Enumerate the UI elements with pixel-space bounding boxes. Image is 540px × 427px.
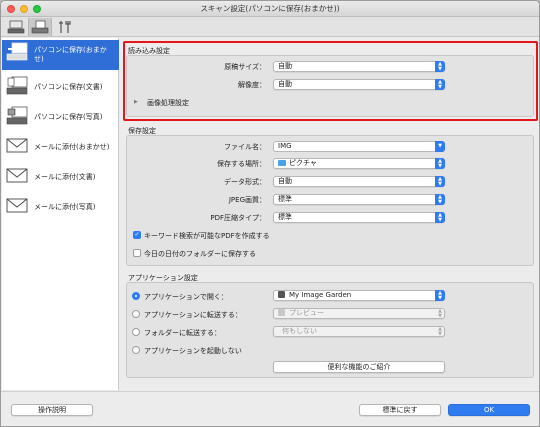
updown-arrow-icon: ▲ ▼ [438,325,442,337]
general-settings-tab[interactable] [54,18,76,36]
send-to-app-label[interactable]: アプリケーションに転送する： [144,310,242,320]
no-launch-label[interactable]: アプリケーションを起動しない [144,346,242,356]
pc-photo-icon [6,106,28,125]
send-to-folder-select[interactable]: 何もしない ▲ ▼ [273,326,445,337]
updown-arrow-icon: ▲ ▼ [435,290,445,301]
updown-arrow-icon: ▲ ▼ [435,176,445,187]
open-with-app-label[interactable]: アプリケーションで開く： [144,292,228,302]
no-launch-radio[interactable] [132,346,140,354]
mail-photo-icon [6,198,28,213]
date-folder-checkbox[interactable] [133,249,141,257]
footer-bar: 操作説明 標準に戻す OK [1,391,539,426]
jpeg-quality-select[interactable]: 標準 ▲ ▼ [273,194,445,205]
toolbar [1,17,539,37]
sidebar-item-mail-document[interactable]: メールに添付(文書) [2,164,119,190]
close-window-button[interactable] [7,5,15,13]
computer-scanner-icon [7,20,25,34]
sidebar-item-label: メールに添付(写真) [34,202,96,211]
pc-document-icon [6,76,28,95]
title-bar: スキャン設定(パソコンに保存(おまかせ)) [1,1,539,17]
pdf-compression-label: PDF圧縮タイプ： [210,214,266,222]
sidebar: パソコンに保存(おまかせ) パソコンに保存(文書) パソコンに保存(写真) メー… [2,38,119,390]
file-name-value: IMG [278,142,292,150]
date-folder-label[interactable]: 今日の日付のフォルダーに保存する [144,249,256,259]
jpeg-quality-value: 標準 [278,195,292,203]
pc-save-icon [6,42,28,61]
sidebar-item-label: メールに添付(おまかせ) [34,142,110,151]
sidebar-item-label: パソコンに保存(おまかせ) [34,46,107,63]
save-location-value: ピクチャ [289,159,317,167]
send-to-folder-value: 何もしない [282,327,317,335]
jpeg-quality-label: JPEG画質： [228,196,266,204]
send-to-app-radio[interactable] [132,310,140,318]
data-format-select[interactable]: 自動 ▲ ▼ [273,176,445,187]
preview-app-icon [278,309,285,316]
ok-button[interactable]: OK [448,404,530,416]
open-with-app-radio[interactable] [132,292,140,300]
keyword-pdf-checkbox[interactable]: ✓ [133,231,141,239]
scan-from-panel-tab[interactable] [28,18,52,36]
sidebar-item-save-to-pc-auto[interactable]: パソコンに保存(おまかせ) [2,40,119,70]
dropdown-arrow-icon[interactable]: ▼ [435,141,445,152]
updown-arrow-icon: ▲ ▼ [435,212,445,223]
window-title: スキャン設定(パソコンに保存(おまかせ)) [200,4,340,13]
useful-features-button[interactable]: 便利な機能のご紹介 [273,361,445,373]
highlight-frame [123,41,538,121]
folder-icon [278,160,286,166]
app-icon [278,291,285,298]
sidebar-item-label: パソコンに保存(文書) [34,82,103,91]
updown-arrow-icon: ▲ ▼ [435,158,445,169]
sidebar-item-mail-photo[interactable]: メールに添付(写真) [2,194,119,220]
scan-from-computer-tab[interactable] [5,18,27,36]
tools-icon [59,21,71,33]
pdf-compression-value: 標準 [278,213,292,221]
updown-arrow-icon: ▲ ▼ [438,307,442,319]
sidebar-item-label: パソコンに保存(写真) [34,112,103,121]
save-location-select[interactable]: ピクチャ ▲ ▼ [273,158,445,169]
instructions-button[interactable]: 操作説明 [11,404,93,416]
send-to-app-select[interactable]: プレビュー ▲ ▼ [273,308,445,319]
save-location-label: 保存する場所： [217,160,266,168]
keyword-pdf-label[interactable]: キーワード検索が可能なPDFを作成する [144,231,270,241]
scan-settings-window: スキャン設定(パソコンに保存(おまかせ)) パソコンに保存(おまかせ) パソコン… [0,0,540,427]
data-format-label: データ形式： [224,178,266,186]
send-to-app-value: プレビュー [289,309,324,317]
updown-arrow-icon: ▲ ▼ [435,194,445,205]
zoom-window-button[interactable] [33,5,41,13]
sidebar-item-save-to-pc-photo[interactable]: パソコンに保存(写真) [2,104,119,130]
sidebar-item-label: メールに添付(文書) [34,172,96,181]
scanner-panel-icon [31,20,49,34]
send-to-folder-label[interactable]: フォルダーに転送する： [144,328,221,338]
data-format-value: 自動 [278,177,292,185]
mail-document-icon [6,168,28,183]
open-with-app-value: My Image Garden [289,291,352,299]
send-to-folder-radio[interactable] [132,328,140,336]
pdf-compression-select[interactable]: 標準 ▲ ▼ [273,212,445,223]
sidebar-item-mail-auto[interactable]: メールに添付(おまかせ) [2,134,119,160]
file-name-label: ファイル名： [224,143,266,151]
restore-defaults-button[interactable]: 標準に戻す [359,404,441,416]
mail-icon [6,138,28,153]
open-with-app-select[interactable]: My Image Garden ▲ ▼ [273,290,445,301]
sidebar-item-save-to-pc-document[interactable]: パソコンに保存(文書) [2,74,119,100]
minimize-window-button[interactable] [20,5,28,13]
file-name-input[interactable]: IMG ▼ [273,141,445,152]
